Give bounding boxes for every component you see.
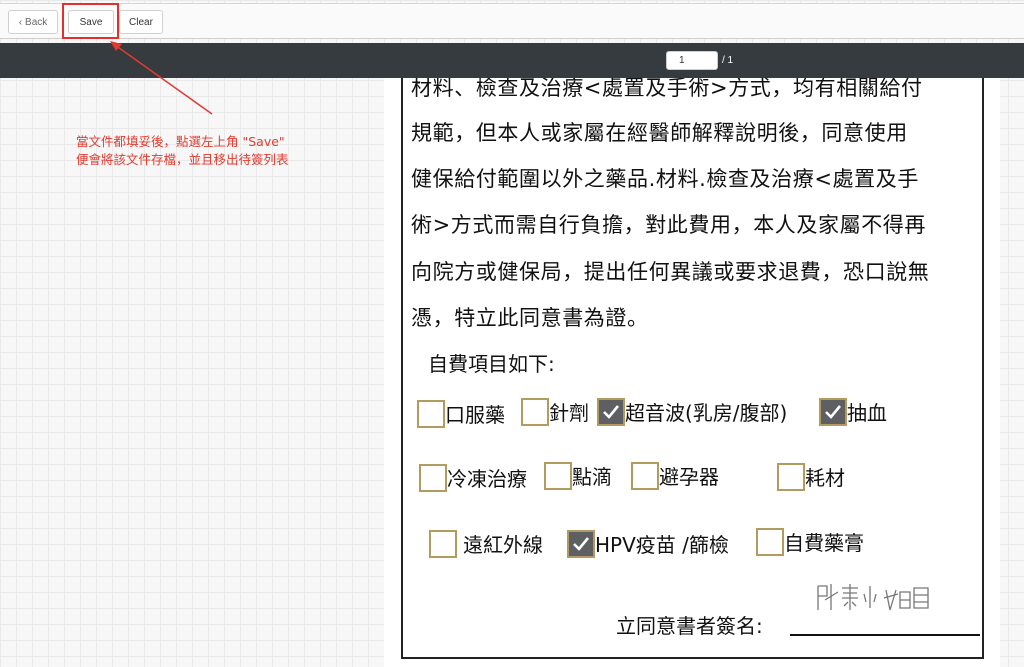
option-ultrasound[interactable]: 超音波(乳房/腹部) bbox=[597, 397, 787, 426]
option-label: 針劑 bbox=[549, 401, 589, 425]
option-label: HPV疫苗 /篩檢 bbox=[595, 533, 729, 557]
checkbox[interactable] bbox=[544, 461, 572, 490]
option-far-infrared[interactable]: 遠紅外線 bbox=[429, 529, 543, 558]
top-toolbar: ‹ Back Save Clear bbox=[0, 3, 1024, 39]
checkbox[interactable] bbox=[756, 527, 784, 556]
option-label: 抽血 bbox=[847, 401, 887, 425]
option-supplies[interactable]: 耗材 bbox=[777, 462, 845, 491]
page-total-label: / 1 bbox=[722, 55, 734, 66]
option-label: 耗材 bbox=[805, 466, 845, 490]
option-label: 自費藥膏 bbox=[784, 531, 864, 555]
document-line-4: 術>方式而需自行負擔，對此費用，本人及家屬不得再 bbox=[411, 213, 926, 237]
checkbox-checked[interactable] bbox=[567, 529, 595, 558]
save-button-label: Save bbox=[79, 16, 103, 28]
save-button[interactable]: Save bbox=[68, 10, 114, 34]
option-cryotherapy[interactable]: 冷凍治療 bbox=[419, 463, 527, 492]
option-blood-draw[interactable]: 抽血 bbox=[819, 397, 887, 426]
back-button[interactable]: ‹ Back bbox=[8, 10, 58, 34]
option-hpv-vaccine[interactable]: HPV疫苗 /篩檢 bbox=[567, 529, 729, 558]
document-line-5: 向院方或健保局，提出任何異議或要求退費，恐口說無 bbox=[411, 260, 930, 284]
option-iv-drip[interactable]: 點滴 bbox=[544, 461, 612, 490]
signature-line bbox=[790, 634, 980, 636]
clear-button-label: Clear bbox=[129, 16, 153, 28]
checkbox[interactable] bbox=[429, 529, 457, 558]
document-line-2: 規範，但本人或家屬在經醫師解釋說明後，同意使用 bbox=[411, 121, 908, 145]
checkbox-checked[interactable] bbox=[597, 397, 625, 426]
option-label: 超音波(乳房/腹部) bbox=[625, 401, 788, 425]
checkmark-icon bbox=[825, 404, 842, 419]
back-button-label: Back bbox=[25, 16, 48, 28]
chevron-left-icon: ‹ bbox=[18, 16, 23, 28]
option-label: 遠紅外線 bbox=[463, 533, 543, 557]
option-label: 點滴 bbox=[572, 465, 612, 489]
checkbox-checked[interactable] bbox=[819, 397, 847, 426]
section-title: 自費項目如下: bbox=[428, 352, 555, 376]
checkbox[interactable] bbox=[521, 397, 549, 426]
signature-label: 立同意書者簽名: bbox=[616, 614, 763, 638]
page-navigation-bar: 1 / 1 bbox=[0, 43, 1024, 78]
document-line-6: 憑，特立此同意書為證。 bbox=[411, 306, 649, 330]
annotation-line-2: 便會將該文件存檔，並且移出待簽列表 bbox=[76, 152, 289, 167]
checkbox[interactable] bbox=[777, 462, 805, 491]
clear-button[interactable]: Clear bbox=[119, 10, 163, 34]
checkbox[interactable] bbox=[631, 461, 659, 490]
option-label: 口服藥 bbox=[445, 403, 505, 427]
option-oral-medicine[interactable]: 口服藥 bbox=[417, 399, 505, 428]
option-label: 避孕器 bbox=[659, 465, 719, 489]
option-iud[interactable]: 避孕器 bbox=[631, 461, 719, 490]
annotation-line-1: 當文件都填妥後，點選左上角 "Save" bbox=[76, 134, 285, 149]
option-injection[interactable]: 針劑 bbox=[521, 397, 589, 426]
checkmark-icon bbox=[603, 404, 620, 419]
option-self-pay-ointment[interactable]: 自費藥膏 bbox=[756, 527, 864, 556]
document-line-1: 材料、檢查及治療<處置及手術>方式，均有相關給付 bbox=[411, 78, 923, 100]
checkbox[interactable] bbox=[417, 399, 445, 428]
annotation-note: 當文件都填妥後，點選左上角 "Save" 便會將該文件存檔，並且移出待簽列表 bbox=[76, 133, 376, 169]
page-number-input[interactable]: 1 bbox=[666, 51, 718, 70]
checkbox[interactable] bbox=[419, 463, 447, 492]
option-label: 冷凍治療 bbox=[447, 467, 527, 491]
handwritten-signature bbox=[817, 584, 929, 611]
document-line-3: 健保給付範圍以外之藥品.材料.檢查及治療<處置及手 bbox=[411, 167, 919, 191]
checkmark-icon bbox=[573, 536, 590, 551]
document-page: 材料、檢查及治療<處置及手術>方式，均有相關給付 規範，但本人或家屬在經醫師解釋… bbox=[384, 78, 1000, 667]
